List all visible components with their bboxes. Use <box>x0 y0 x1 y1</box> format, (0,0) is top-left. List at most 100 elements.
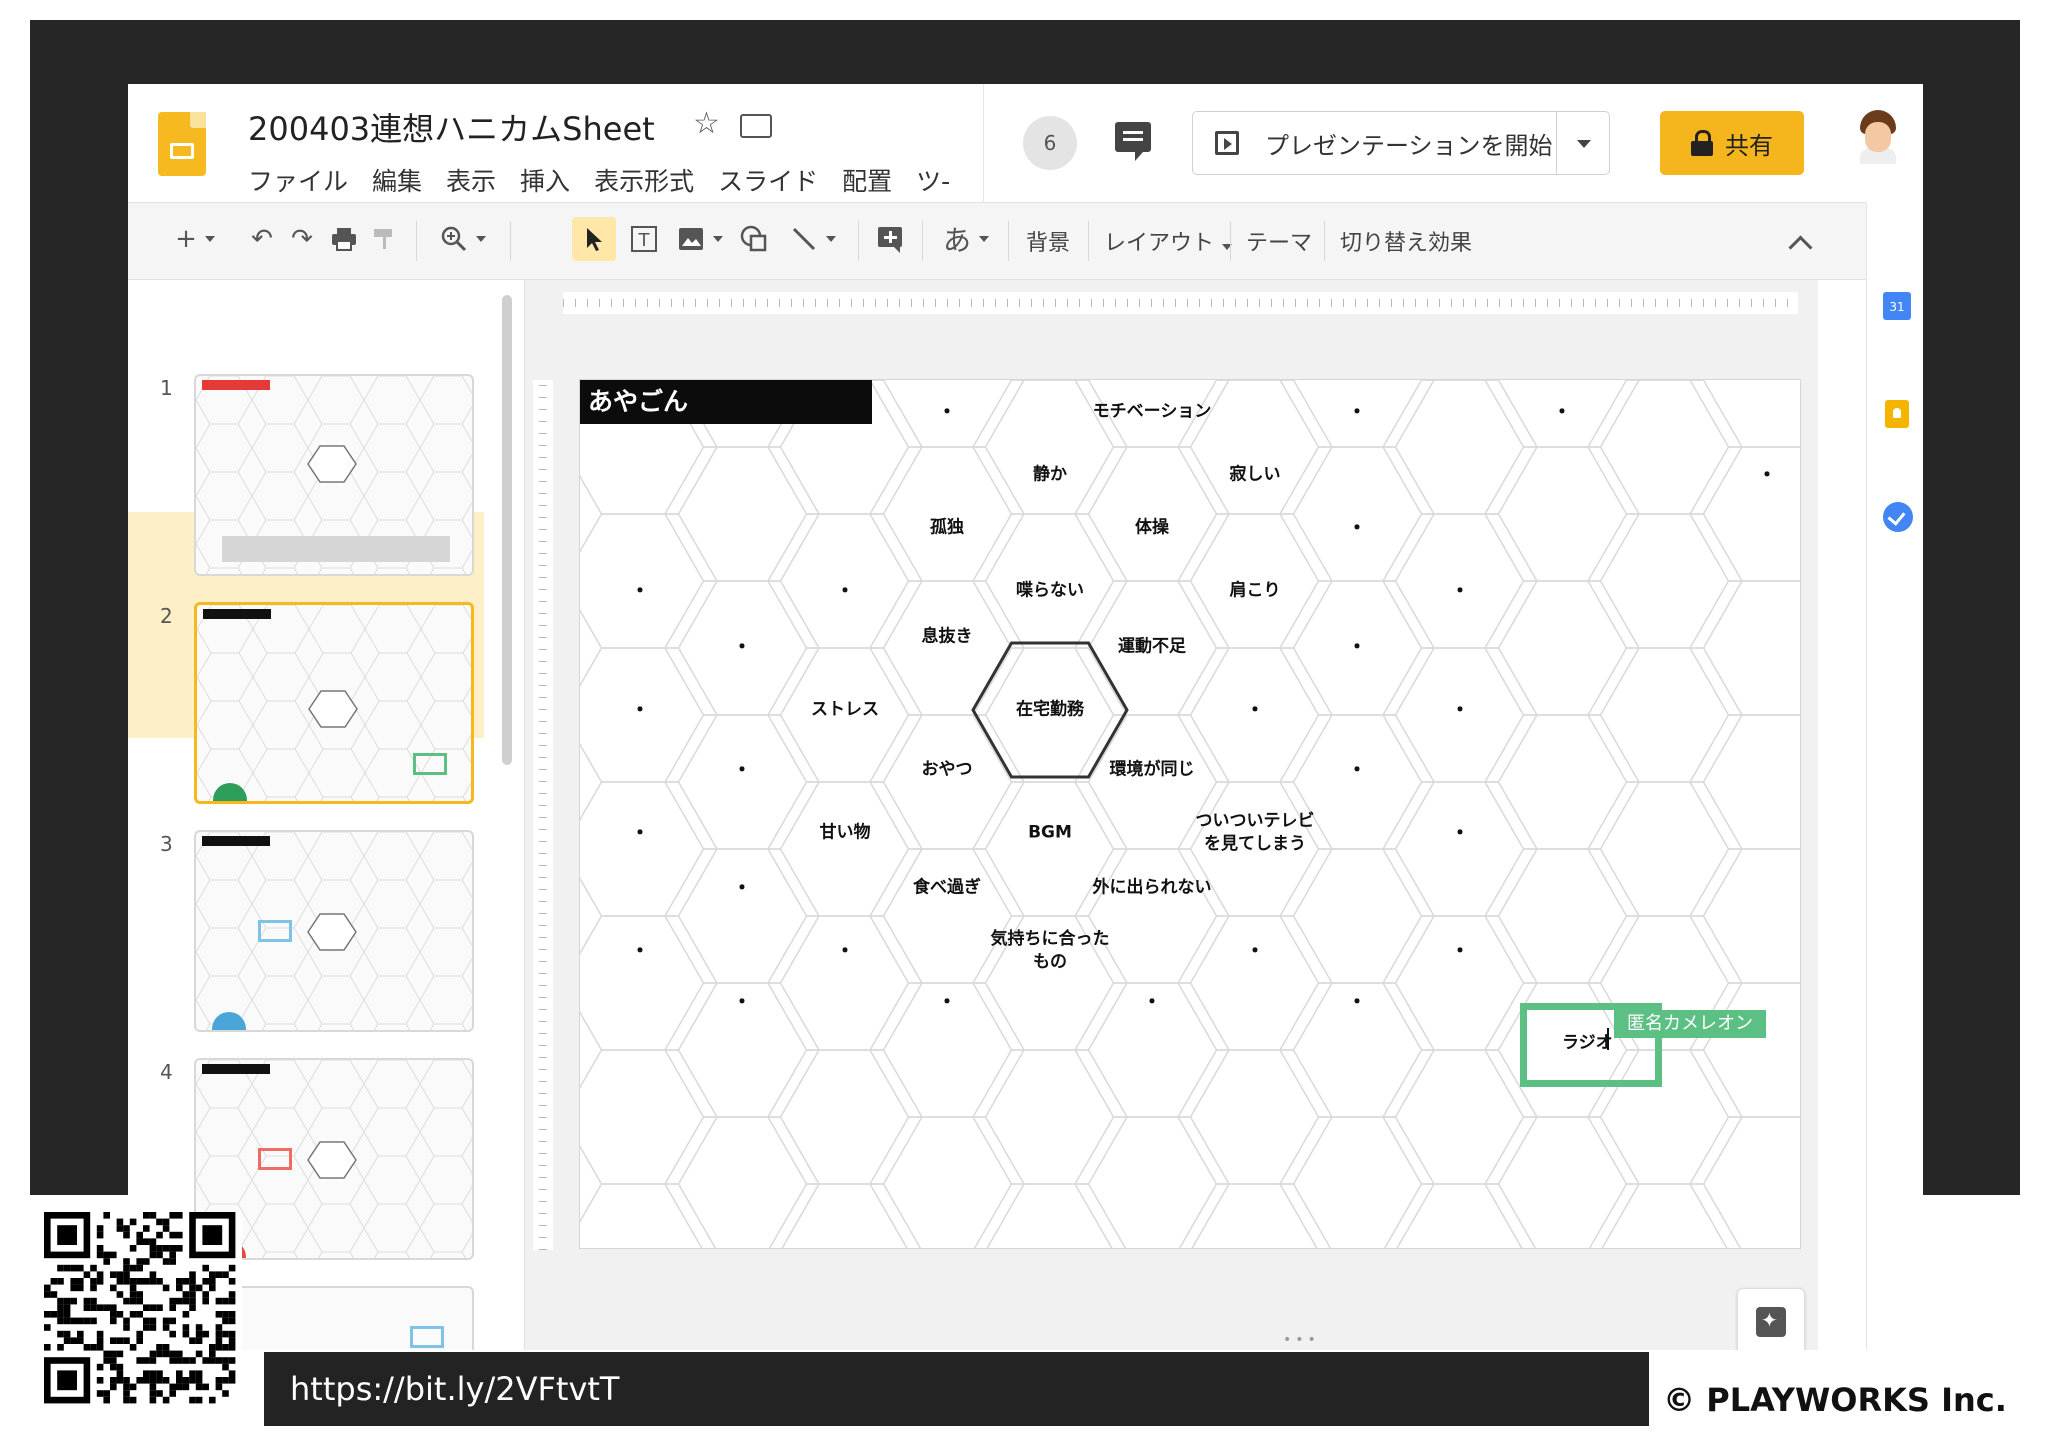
star-icon[interactable]: ☆ <box>693 106 720 141</box>
slide-thumbnail-1[interactable] <box>194 374 474 576</box>
hex-cell-text[interactable]: 肩こり <box>1195 580 1315 603</box>
hex-cell-text[interactable]: 孤独 <box>887 517 1007 540</box>
hex-cell-text[interactable]: ・ <box>887 399 1007 426</box>
slides-logo-icon[interactable] <box>158 112 206 176</box>
menu-format[interactable]: 表示形式 <box>594 162 694 198</box>
image-insert-icon[interactable] <box>672 217 728 261</box>
hex-cell-text[interactable]: ・ <box>1400 938 1520 965</box>
hex-cell-text[interactable]: ・ <box>580 697 700 724</box>
hex-cell-text[interactable]: 運動不足 <box>1092 636 1212 659</box>
explore-button[interactable] <box>1737 1288 1805 1350</box>
hex-cell-text[interactable]: おやつ <box>887 759 1007 782</box>
hex-cell-text[interactable]: ・ <box>1502 399 1622 426</box>
hex-cell-text[interactable]: ・ <box>1400 820 1520 847</box>
hex-cell-text[interactable]: 体操 <box>1092 517 1212 540</box>
paint-format-icon[interactable] <box>366 217 402 261</box>
hex-cell-text[interactable]: ・ <box>682 634 802 661</box>
hex-cell-text[interactable]: ・ <box>1707 462 1800 489</box>
hex-cell-text[interactable]: 在宅勤務 <box>990 699 1110 722</box>
hex-cell-text[interactable]: 外に出られない <box>1092 877 1212 900</box>
keep-icon[interactable] <box>1885 400 1909 428</box>
qr-module <box>129 1311 137 1318</box>
hex-cell-text[interactable]: 食べ過ぎ <box>887 877 1007 900</box>
honeycomb-slide[interactable]: ・・・・・モチベーション・・静か寂しい孤独体操・・・・喋らない肩こり・・息抜き運… <box>580 380 1800 1248</box>
hex-cell-text[interactable]: ・ <box>1400 578 1520 605</box>
hex-cell-text[interactable]: ・ <box>580 938 700 965</box>
add-comment-icon[interactable] <box>870 217 910 261</box>
chevron-down-icon[interactable] <box>1577 140 1591 148</box>
select-cursor-icon[interactable] <box>572 217 616 261</box>
menu-edit[interactable]: 編集 <box>372 162 422 198</box>
hex-cell-text[interactable]: モチベーション <box>1092 401 1212 424</box>
hex-cell-text[interactable]: ついついテレビを見てしまう <box>1195 810 1315 856</box>
move-folder-icon[interactable] <box>740 114 772 138</box>
hex-cell-text[interactable]: ・ <box>887 989 1007 1016</box>
qr-module <box>176 1245 183 1252</box>
theme-button[interactable]: テーマ <box>1246 225 1312 257</box>
hex-cell-text[interactable]: ・ <box>580 578 700 605</box>
hex-cell-text[interactable]: ・ <box>785 938 905 965</box>
menu-arrange[interactable]: 配置 <box>842 162 892 198</box>
slide-thumbnail-2[interactable] <box>194 602 474 804</box>
present-button[interactable]: プレゼンテーションを開始 <box>1192 111 1610 175</box>
input-tools-button[interactable]: あ <box>934 217 998 261</box>
hex-cell-text[interactable]: ・ <box>682 757 802 784</box>
user-avatar[interactable] <box>1856 110 1900 164</box>
text-box-icon[interactable]: T <box>624 217 664 261</box>
slide-thumbnail-3[interactable] <box>194 830 474 1032</box>
qr-module <box>123 1271 130 1278</box>
hex-cell-text[interactable]: 気持ちに合ったもの <box>990 928 1110 974</box>
hex-cell-text[interactable]: ・ <box>1400 697 1520 724</box>
menu-tools[interactable]: ツ- <box>916 162 950 198</box>
zoom-button[interactable] <box>428 217 498 261</box>
hex-cell-text[interactable]: ストレス <box>785 699 905 722</box>
qr-module <box>162 1258 170 1265</box>
menu-file[interactable]: ファイル <box>248 162 348 198</box>
hex-cell-text[interactable]: BGM <box>990 822 1110 845</box>
share-button[interactable]: 共有 <box>1660 111 1804 175</box>
hex-cell-text[interactable]: ・ <box>1297 399 1417 426</box>
hex-cell-text[interactable]: ・ <box>1092 989 1212 1016</box>
slide-owner-label[interactable]: あやごん <box>580 380 872 424</box>
menu-insert[interactable]: 挿入 <box>520 162 570 198</box>
hex-cell-text[interactable]: 静か <box>990 464 1110 487</box>
hex-cell-text[interactable]: ・ <box>1195 938 1315 965</box>
undo-icon[interactable]: ↶ <box>244 217 280 261</box>
transition-button[interactable]: 切り替え効果 <box>1340 225 1472 257</box>
menu-view[interactable]: 表示 <box>446 162 496 198</box>
line-tool-icon[interactable] <box>780 217 846 261</box>
hex-cell-text[interactable]: 寂しい <box>1195 464 1315 487</box>
hex-cell-text-selected[interactable]: ラジオ <box>1562 1028 1613 1053</box>
hex-cell-text[interactable]: 喋らない <box>990 580 1110 603</box>
canvas-scroll-handle[interactable]: ••• <box>1283 1332 1320 1348</box>
hex-cell-text[interactable]: ・ <box>785 578 905 605</box>
app-header: 200403連想ハニカムSheet ☆ ファイル 編集 表示 挿入 表示形式 ス… <box>128 84 1923 203</box>
filmstrip-scrollbar[interactable] <box>502 295 512 765</box>
tasks-icon[interactable] <box>1883 502 1913 532</box>
hex-cell-outline <box>1074 1116 1230 1248</box>
comment-history-icon[interactable] <box>1115 122 1151 161</box>
hex-cell-text[interactable]: ・ <box>1297 757 1417 784</box>
collapse-toolbar-icon[interactable] <box>1788 235 1813 260</box>
print-icon[interactable] <box>326 217 362 261</box>
hex-cell-text[interactable]: ・ <box>1195 697 1315 724</box>
new-slide-button[interactable]: + <box>164 217 226 261</box>
hex-cell-text[interactable]: ・ <box>1297 989 1417 1016</box>
hex-cell-text[interactable]: 環境が同じ <box>1092 759 1212 782</box>
hex-cell-text[interactable]: ・ <box>682 989 802 1016</box>
layout-button[interactable]: レイアウト <box>1104 225 1233 257</box>
hex-cell-text[interactable]: ・ <box>1297 515 1417 542</box>
shape-icon[interactable] <box>734 217 774 261</box>
menu-slide[interactable]: スライド <box>718 162 818 198</box>
document-title[interactable]: 200403連想ハニカムSheet <box>248 104 655 150</box>
redo-icon[interactable]: ↷ <box>284 217 320 261</box>
background-button[interactable]: 背景 <box>1026 225 1070 257</box>
calendar-icon[interactable]: 31 <box>1883 292 1911 320</box>
hex-cell-text[interactable]: ・ <box>682 875 802 902</box>
collaborator-count-badge[interactable]: 6 <box>1023 116 1077 170</box>
qr-module <box>182 1377 190 1384</box>
hex-cell-text[interactable]: 息抜き <box>887 626 1007 649</box>
hex-cell-text[interactable]: ・ <box>1297 634 1417 661</box>
hex-cell-text[interactable]: 甘い物 <box>785 822 905 845</box>
hex-cell-text[interactable]: ・ <box>580 820 700 847</box>
